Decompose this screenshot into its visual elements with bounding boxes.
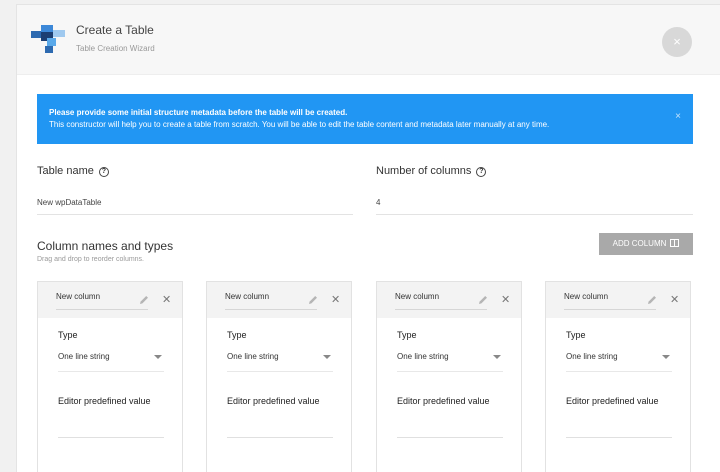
table-name-label-text: Table name bbox=[37, 165, 94, 177]
column-card[interactable]: New column ✕ Type One line string Editor… bbox=[545, 281, 691, 472]
column-name-input[interactable]: New column bbox=[395, 292, 487, 310]
pencil-icon[interactable] bbox=[646, 294, 658, 306]
column-card-header: New column ✕ bbox=[377, 282, 521, 318]
editor-predefined-value-label: Editor predefined value bbox=[566, 396, 659, 406]
close-wizard-button[interactable]: × bbox=[662, 27, 692, 57]
caret-down-icon bbox=[323, 355, 331, 359]
wizard-header: Create a Table Table Creation Wizard × bbox=[17, 5, 720, 75]
column-type-select[interactable]: One line string bbox=[397, 352, 503, 372]
column-type-value: One line string bbox=[566, 352, 618, 361]
close-icon[interactable]: ✕ bbox=[501, 294, 510, 306]
columns-section-title: Column names and types bbox=[37, 239, 174, 253]
column-type-value: One line string bbox=[58, 352, 110, 361]
editor-predefined-value-input[interactable] bbox=[227, 416, 333, 438]
column-name-input[interactable]: New column bbox=[564, 292, 656, 310]
editor-predefined-value-input[interactable] bbox=[397, 416, 503, 438]
column-type-select[interactable]: One line string bbox=[227, 352, 333, 372]
column-type-value: One line string bbox=[227, 352, 279, 361]
add-column-label: ADD COLUMN bbox=[612, 239, 667, 248]
editor-predefined-value-input[interactable] bbox=[58, 416, 164, 438]
column-name-input[interactable]: New column bbox=[225, 292, 317, 310]
pencil-icon[interactable] bbox=[477, 294, 489, 306]
close-icon[interactable]: ✕ bbox=[331, 294, 340, 306]
column-card[interactable]: New column ✕ Type One line string Editor… bbox=[376, 281, 522, 472]
table-name-label: Table name? bbox=[37, 165, 109, 177]
editor-predefined-value-label: Editor predefined value bbox=[227, 396, 320, 406]
wizard-window: Create a Table Table Creation Wizard × P… bbox=[16, 4, 720, 472]
column-card-header: New column ✕ bbox=[38, 282, 182, 318]
page-subtitle: Table Creation Wizard bbox=[76, 44, 155, 53]
column-type-select[interactable]: One line string bbox=[58, 352, 164, 372]
editor-predefined-value-label: Editor predefined value bbox=[397, 396, 490, 406]
column-type-label: Type bbox=[58, 330, 78, 340]
column-card-header: New column ✕ bbox=[207, 282, 351, 318]
column-name-input[interactable]: New column bbox=[56, 292, 148, 310]
page-title: Create a Table bbox=[76, 23, 154, 37]
number-of-columns-input[interactable]: 4 bbox=[376, 193, 693, 215]
table-logo-icon bbox=[31, 25, 65, 53]
caret-down-icon bbox=[493, 355, 501, 359]
alert-title: Please provide some initial structure me… bbox=[49, 108, 348, 117]
close-icon[interactable]: ✕ bbox=[670, 294, 679, 306]
columns-section-subtitle: Drag and drop to reorder columns. bbox=[37, 256, 144, 263]
help-icon[interactable]: ? bbox=[476, 167, 487, 177]
editor-predefined-value-input[interactable] bbox=[566, 416, 672, 438]
number-of-columns-label: Number of columns? bbox=[376, 165, 487, 177]
column-type-label: Type bbox=[566, 330, 586, 340]
number-of-columns-label-text: Number of columns bbox=[376, 165, 472, 177]
column-type-value: One line string bbox=[397, 352, 449, 361]
alert-text: This constructor will help you to create… bbox=[49, 120, 550, 129]
caret-down-icon bbox=[662, 355, 670, 359]
column-card[interactable]: New column ✕ Type One line string Editor… bbox=[206, 281, 352, 472]
alert-close-button[interactable]: × bbox=[675, 111, 681, 122]
column-card[interactable]: New column ✕ Type One line string Editor… bbox=[37, 281, 183, 472]
columns-icon bbox=[670, 239, 680, 247]
editor-predefined-value-label: Editor predefined value bbox=[58, 396, 151, 406]
add-column-button[interactable]: ADD COLUMN bbox=[599, 233, 693, 255]
help-icon[interactable]: ? bbox=[98, 167, 109, 177]
column-card-header: New column ✕ bbox=[546, 282, 690, 318]
pencil-icon[interactable] bbox=[138, 294, 150, 306]
column-type-label: Type bbox=[397, 330, 417, 340]
column-type-select[interactable]: One line string bbox=[566, 352, 672, 372]
close-icon[interactable]: ✕ bbox=[162, 294, 171, 306]
pencil-icon[interactable] bbox=[307, 294, 319, 306]
info-alert: Please provide some initial structure me… bbox=[37, 94, 693, 144]
column-type-label: Type bbox=[227, 330, 247, 340]
caret-down-icon bbox=[154, 355, 162, 359]
table-name-input[interactable]: New wpDataTable bbox=[37, 193, 353, 215]
